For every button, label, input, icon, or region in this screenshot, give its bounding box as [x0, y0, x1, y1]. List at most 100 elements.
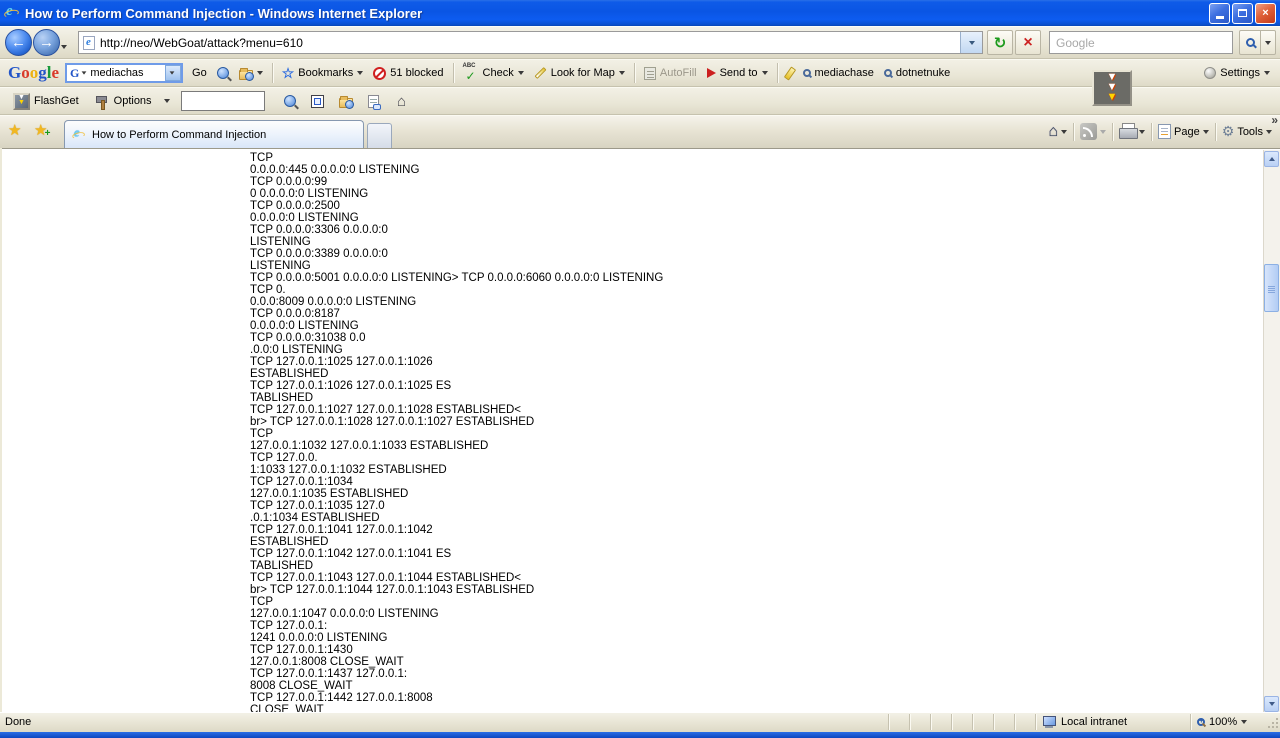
close-icon: × [1262, 7, 1268, 19]
bookmarks-star-icon: ☆ [282, 65, 295, 82]
scroll-down-button[interactable] [1264, 696, 1279, 712]
chevron-down-icon [1269, 702, 1275, 706]
google-search-value: mediachas [90, 67, 165, 79]
web-folder-icon [339, 98, 353, 108]
stop-button[interactable]: × [1015, 30, 1041, 55]
content-line: TCP [250, 152, 663, 164]
feeds-button[interactable] [1076, 121, 1110, 142]
scrollbar-thumb[interactable] [1264, 264, 1279, 312]
content-line: TCP 0.0.0.0:31038 0.0 [250, 332, 663, 344]
address-input[interactable] [100, 36, 960, 50]
status-bar: Done Local intranet 100% [0, 712, 1280, 732]
content-line: TCP 127.0.0. [250, 452, 663, 464]
web-folder-button[interactable] [335, 91, 357, 111]
send-to-button[interactable]: Send to [702, 64, 773, 82]
capture-button[interactable] [307, 91, 329, 111]
spellcheck-button[interactable]: ABC✓ Check [458, 62, 529, 84]
tools-menu-button[interactable]: ⚙Tools [1218, 122, 1276, 142]
chevron-down-icon [169, 71, 174, 74]
search-input[interactable] [1050, 36, 1232, 50]
google-search-combo[interactable]: G mediachas [65, 63, 183, 83]
content-line: TCP 0.0.0.0:2500 [250, 200, 663, 212]
search-icon [1246, 38, 1255, 47]
gear-icon: ⚙ [1222, 124, 1235, 140]
restore-button[interactable] [1232, 3, 1253, 24]
popup-blocked-icon [373, 67, 386, 80]
favorites-center-button[interactable]: ★ [8, 121, 21, 139]
chevron-down-icon [257, 71, 263, 75]
content-line: 127.0.0.1:8008 CLOSE_WAIT [250, 656, 663, 668]
flashget-search-input[interactable] [181, 91, 265, 111]
page-favicon-icon [83, 36, 95, 50]
page-menu-button[interactable]: Page [1154, 122, 1213, 141]
status-cell [972, 714, 993, 730]
content-line: TCP 127.0.0.1:1043 127.0.0.1:1044 ESTABL… [250, 572, 663, 584]
resize-grip[interactable] [1266, 714, 1280, 730]
home-button[interactable]: ⌂ [1044, 121, 1071, 143]
highlight-button[interactable] [782, 64, 798, 83]
content-line: TCP 127.0.0.1:1442 127.0.0.1:8008 [250, 692, 663, 704]
chevron-down-icon [164, 99, 170, 103]
window-title: How to Perform Command Injection - Windo… [25, 6, 422, 21]
zoom-control[interactable]: 100% [1190, 714, 1266, 730]
flashget-button[interactable]: ▼▼ FlashGet [8, 90, 84, 113]
more-toolbar-chevron[interactable]: » [1271, 113, 1278, 127]
flashget-dropzone[interactable]: ▼ ▼ ▼ [1092, 70, 1132, 106]
content-line: 127.0.0.1:1032 127.0.0.1:1033 ESTABLISHE… [250, 440, 663, 452]
forward-button[interactable]: → [33, 29, 60, 56]
homepage-button[interactable]: ⌂ [391, 91, 413, 111]
content-line: TCP 0.0.0.0:5001 0.0.0.0:0 LISTENING> TC… [250, 272, 663, 284]
add-favorite-button[interactable]: ★ [34, 121, 47, 139]
chevron-down-icon [762, 71, 768, 75]
chevron-down-icon: ▼ [1107, 93, 1118, 103]
content-line: TCP 0.0.0.0:3389 0.0.0.0:0 [250, 248, 663, 260]
address-dropdown-button[interactable] [960, 32, 982, 53]
chevron-down-icon [1264, 71, 1270, 75]
search-box[interactable] [1049, 31, 1233, 54]
content-line: TCP 0.0.0.0:3306 0.0.0.0:0 [250, 224, 663, 236]
look-for-map-button[interactable]: Look for Map [529, 64, 630, 82]
minimize-button[interactable] [1209, 3, 1230, 24]
web-search-button[interactable] [279, 91, 301, 111]
popup-blocker-button[interactable]: 51 blocked [368, 64, 448, 83]
restore-icon [1238, 9, 1247, 17]
close-button[interactable]: × [1255, 3, 1276, 24]
print-button[interactable] [1115, 122, 1149, 141]
status-cell [888, 714, 909, 730]
settings-button[interactable]: Settings [1204, 67, 1272, 79]
capture-target-icon [311, 95, 324, 108]
autofill-button[interactable]: AutoFill [639, 64, 702, 83]
mediachase-search-button[interactable]: mediachase [798, 64, 879, 82]
chevron-down-icon [1061, 130, 1067, 134]
content-line: CLOSE_WAIT [250, 704, 663, 712]
recent-pages-dropdown[interactable] [61, 40, 67, 52]
search-images-button[interactable] [234, 64, 268, 83]
netstat-output: TCP0.0.0.0:445 0.0.0.0:0 LISTENINGTCP 0.… [250, 152, 663, 712]
tab-active[interactable]: e How to Perform Command Injection [64, 120, 364, 148]
new-tab-button[interactable] [367, 123, 392, 148]
go-button[interactable]: Go [187, 64, 212, 82]
options-button[interactable]: Options [90, 91, 175, 112]
chevron-down-icon [82, 71, 87, 74]
dotnetnuke-search-button[interactable]: dotnetnuke [879, 64, 955, 82]
combo-dropdown-button[interactable] [165, 65, 181, 81]
content-line: 8008 CLOSE_WAIT [250, 680, 663, 692]
content-line: 0.0.0.0:0 LISTENING [250, 212, 663, 224]
search-go-button[interactable] [1239, 30, 1261, 55]
vertical-scrollbar[interactable] [1263, 150, 1280, 712]
content-line: br> TCP 127.0.0.1:1028 127.0.0.1:1027 ES… [250, 416, 663, 428]
back-button[interactable]: ← [5, 29, 32, 56]
refresh-button[interactable]: ↻ [987, 30, 1013, 55]
content-line: TCP 127.0.0.1:1430 [250, 644, 663, 656]
search-options-dropdown[interactable] [1261, 30, 1276, 55]
tab-bar: ★ ★ e How to Perform Command Injection ⌂… [0, 115, 1280, 148]
page-links-button[interactable] [363, 91, 385, 111]
scroll-up-button[interactable] [1264, 151, 1279, 167]
address-bar[interactable] [78, 31, 983, 54]
zone-label: Local intranet [1061, 716, 1127, 728]
bookmarks-button[interactable]: ☆ Bookmarks [277, 62, 369, 85]
content-line: TCP 0.0.0.0:8187 [250, 308, 663, 320]
search-site-button[interactable] [212, 64, 234, 82]
content-line: 1241 0.0.0.0:0 LISTENING [250, 632, 663, 644]
content-line: LISTENING [250, 236, 663, 248]
